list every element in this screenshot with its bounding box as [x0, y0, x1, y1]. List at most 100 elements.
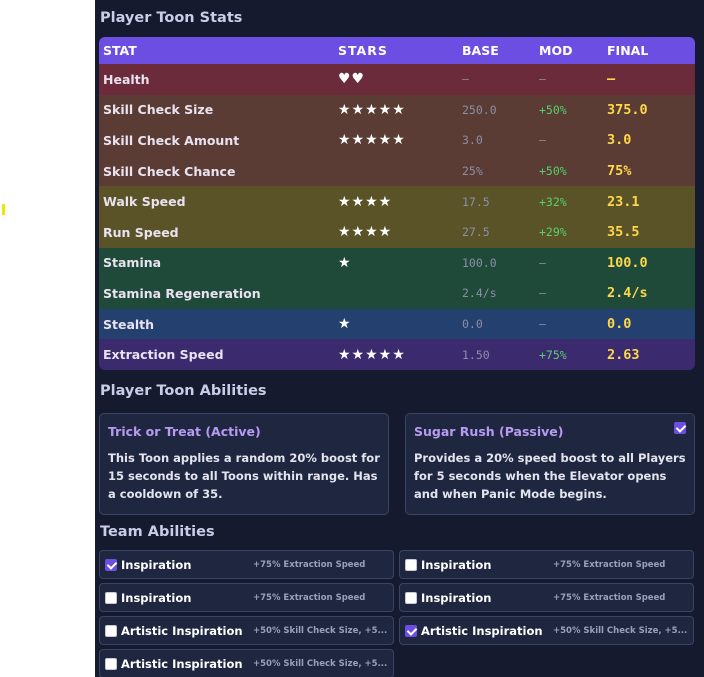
stat-row-walk-speed: Walk Speed ★★★★ 17.5 +32% 23.1	[99, 186, 695, 217]
header-final: FINAL	[607, 43, 649, 58]
team-ability-name: Inspiration	[421, 590, 492, 605]
stat-name: Walk Speed	[103, 194, 186, 210]
stat-name: Stealth	[103, 316, 155, 332]
team-ability-name: Inspiration	[121, 590, 192, 605]
stat-mod: +50%	[539, 102, 567, 117]
stat-row-health: Health ♥♥ – – –	[99, 64, 695, 95]
ability-description: Provides a 20% speed boost to all Player…	[414, 451, 686, 501]
yellow-marker	[2, 204, 5, 215]
stat-base: –	[462, 72, 469, 87]
team-ability-effect: +50% Skill Check Size, +5...	[553, 625, 688, 636]
stat-base: 2.4/s	[462, 286, 497, 301]
stat-base: 1.50	[462, 347, 490, 362]
stat-final: 75%	[607, 163, 632, 180]
header-mod: MOD	[539, 43, 573, 58]
stat-mod: +50%	[539, 164, 567, 179]
stats-title: Player Toon Stats	[100, 10, 243, 26]
stat-final: 35.5	[607, 224, 640, 241]
team-ability-effect: +75% Extraction Speed	[253, 592, 366, 603]
stat-name: Stamina Regeneration	[103, 285, 261, 301]
abilities-title: Player Toon Abilities	[100, 383, 267, 399]
ability-card-passive: Sugar Rush (Passive) Provides a 20% spee…	[405, 413, 695, 515]
passive-ability-checkbox[interactable]	[674, 422, 686, 434]
stat-name: Skill Check Amount	[103, 132, 240, 148]
stat-mod: –	[539, 255, 546, 270]
stat-name: Extraction Speed	[103, 347, 224, 363]
stat-row-skill-check-size: Skill Check Size ★★★★★ 250.0 +50% 375.0	[99, 94, 695, 126]
stat-final: –	[607, 71, 616, 88]
stat-name: Stamina	[103, 255, 162, 271]
team-ability-checkbox[interactable]	[105, 624, 117, 637]
star-icons: ★★★★★	[338, 132, 406, 149]
team-ability-effect: +75% Extraction Speed	[553, 592, 666, 603]
stat-mod: +32%	[539, 194, 567, 209]
star-icons: ★★★★★	[338, 101, 406, 118]
stat-row-skill-check-chance: Skill Check Chance 25% +50% 75%	[99, 155, 695, 187]
stat-mod: –	[539, 133, 546, 148]
stat-base: 100.0	[462, 255, 497, 270]
stat-row-extraction-speed: Extraction Speed ★★★★★ 1.50 +75% 2.63	[99, 339, 695, 370]
stat-base: 25%	[462, 164, 483, 179]
stat-final: 0.0	[607, 316, 632, 333]
team-ability-effect: +75% Extraction Speed	[553, 559, 666, 570]
star-icons: ★★★★	[338, 193, 393, 210]
team-abilities-title: Team Abilities	[100, 524, 215, 540]
team-ability-item[interactable]: Artistic Inspiration +50% Skill Check Si…	[99, 616, 394, 645]
star-icons: ★	[338, 254, 352, 271]
team-ability-item[interactable]: Artistic Inspiration +50% Skill Check Si…	[99, 649, 394, 677]
stat-base: 250.0	[462, 102, 497, 117]
team-ability-effect: +50% Skill Check Size, +5...	[253, 658, 388, 669]
team-ability-item[interactable]: Inspiration +75% Extraction Speed	[399, 550, 694, 579]
stat-final: 375.0	[607, 101, 648, 118]
stat-mod: –	[539, 317, 546, 332]
stat-mod: +29%	[539, 225, 567, 240]
heart-icons: ♥♥	[338, 71, 366, 88]
header-stars: STARS	[338, 43, 388, 58]
stats-table: STAT STARS BASE MOD FINAL Health ♥♥ – – …	[99, 37, 695, 370]
stat-name: Health	[103, 71, 150, 87]
stat-mod: +75%	[539, 347, 567, 362]
team-ability-checkbox[interactable]	[105, 591, 117, 604]
team-ability-item[interactable]: Inspiration +75% Extraction Speed	[99, 550, 394, 579]
team-ability-name: Artistic Inspiration	[421, 623, 543, 638]
stat-mod: –	[539, 72, 546, 87]
header-stat: STAT	[103, 43, 137, 58]
team-ability-effect: +50% Skill Check Size, +5...	[253, 625, 388, 636]
team-ability-item[interactable]: Inspiration +75% Extraction Speed	[399, 583, 694, 612]
header-base: BASE	[462, 43, 499, 58]
star-icons: ★★★★	[338, 224, 393, 241]
team-ability-name: Inspiration	[121, 557, 192, 572]
stat-final: 2.63	[607, 346, 640, 363]
team-ability-checkbox[interactable]	[405, 558, 417, 571]
stat-name: Skill Check Chance	[103, 163, 236, 179]
team-ability-checkbox[interactable]	[105, 558, 117, 571]
stat-base: 0.0	[462, 317, 483, 332]
stat-base: 27.5	[462, 225, 490, 240]
team-ability-checkbox[interactable]	[405, 591, 417, 604]
stat-row-stamina-regeneration: Stamina Regeneration 2.4/s – 2.4/s	[99, 278, 695, 309]
stat-final: 3.0	[607, 132, 632, 149]
ability-name: Trick or Treat (Active)	[108, 424, 261, 439]
stat-name: Run Speed	[103, 224, 179, 240]
team-ability-name: Inspiration	[421, 557, 492, 572]
star-icons: ★	[338, 316, 352, 333]
team-ability-effect: +75% Extraction Speed	[253, 559, 366, 570]
stat-final: 100.0	[607, 254, 648, 271]
ability-name: Sugar Rush (Passive)	[414, 424, 564, 439]
team-ability-checkbox[interactable]	[405, 624, 417, 637]
stat-row-skill-check-amount: Skill Check Amount ★★★★★ 3.0 – 3.0	[99, 125, 695, 156]
stat-row-run-speed: Run Speed ★★★★ 27.5 +29% 35.5	[99, 216, 695, 248]
stat-row-stealth: Stealth ★ 0.0 – 0.0	[99, 308, 695, 340]
stat-final: 2.4/s	[607, 285, 648, 302]
ability-card-active: Trick or Treat (Active) This Toon applie…	[99, 413, 389, 515]
stats-panel: Player Toon Stats STAT STARS BASE MOD FI…	[95, 0, 704, 677]
team-ability-name: Artistic Inspiration	[121, 656, 243, 671]
stats-header-row: STAT STARS BASE MOD FINAL	[99, 37, 695, 64]
star-icons: ★★★★★	[338, 346, 406, 363]
team-ability-item[interactable]: Artistic Inspiration +50% Skill Check Si…	[399, 616, 694, 645]
stat-mod: –	[539, 286, 546, 301]
team-ability-checkbox[interactable]	[105, 657, 117, 670]
stat-final: 23.1	[607, 193, 640, 210]
stat-row-stamina: Stamina ★ 100.0 – 100.0	[99, 247, 695, 279]
team-ability-item[interactable]: Inspiration +75% Extraction Speed	[99, 583, 394, 612]
